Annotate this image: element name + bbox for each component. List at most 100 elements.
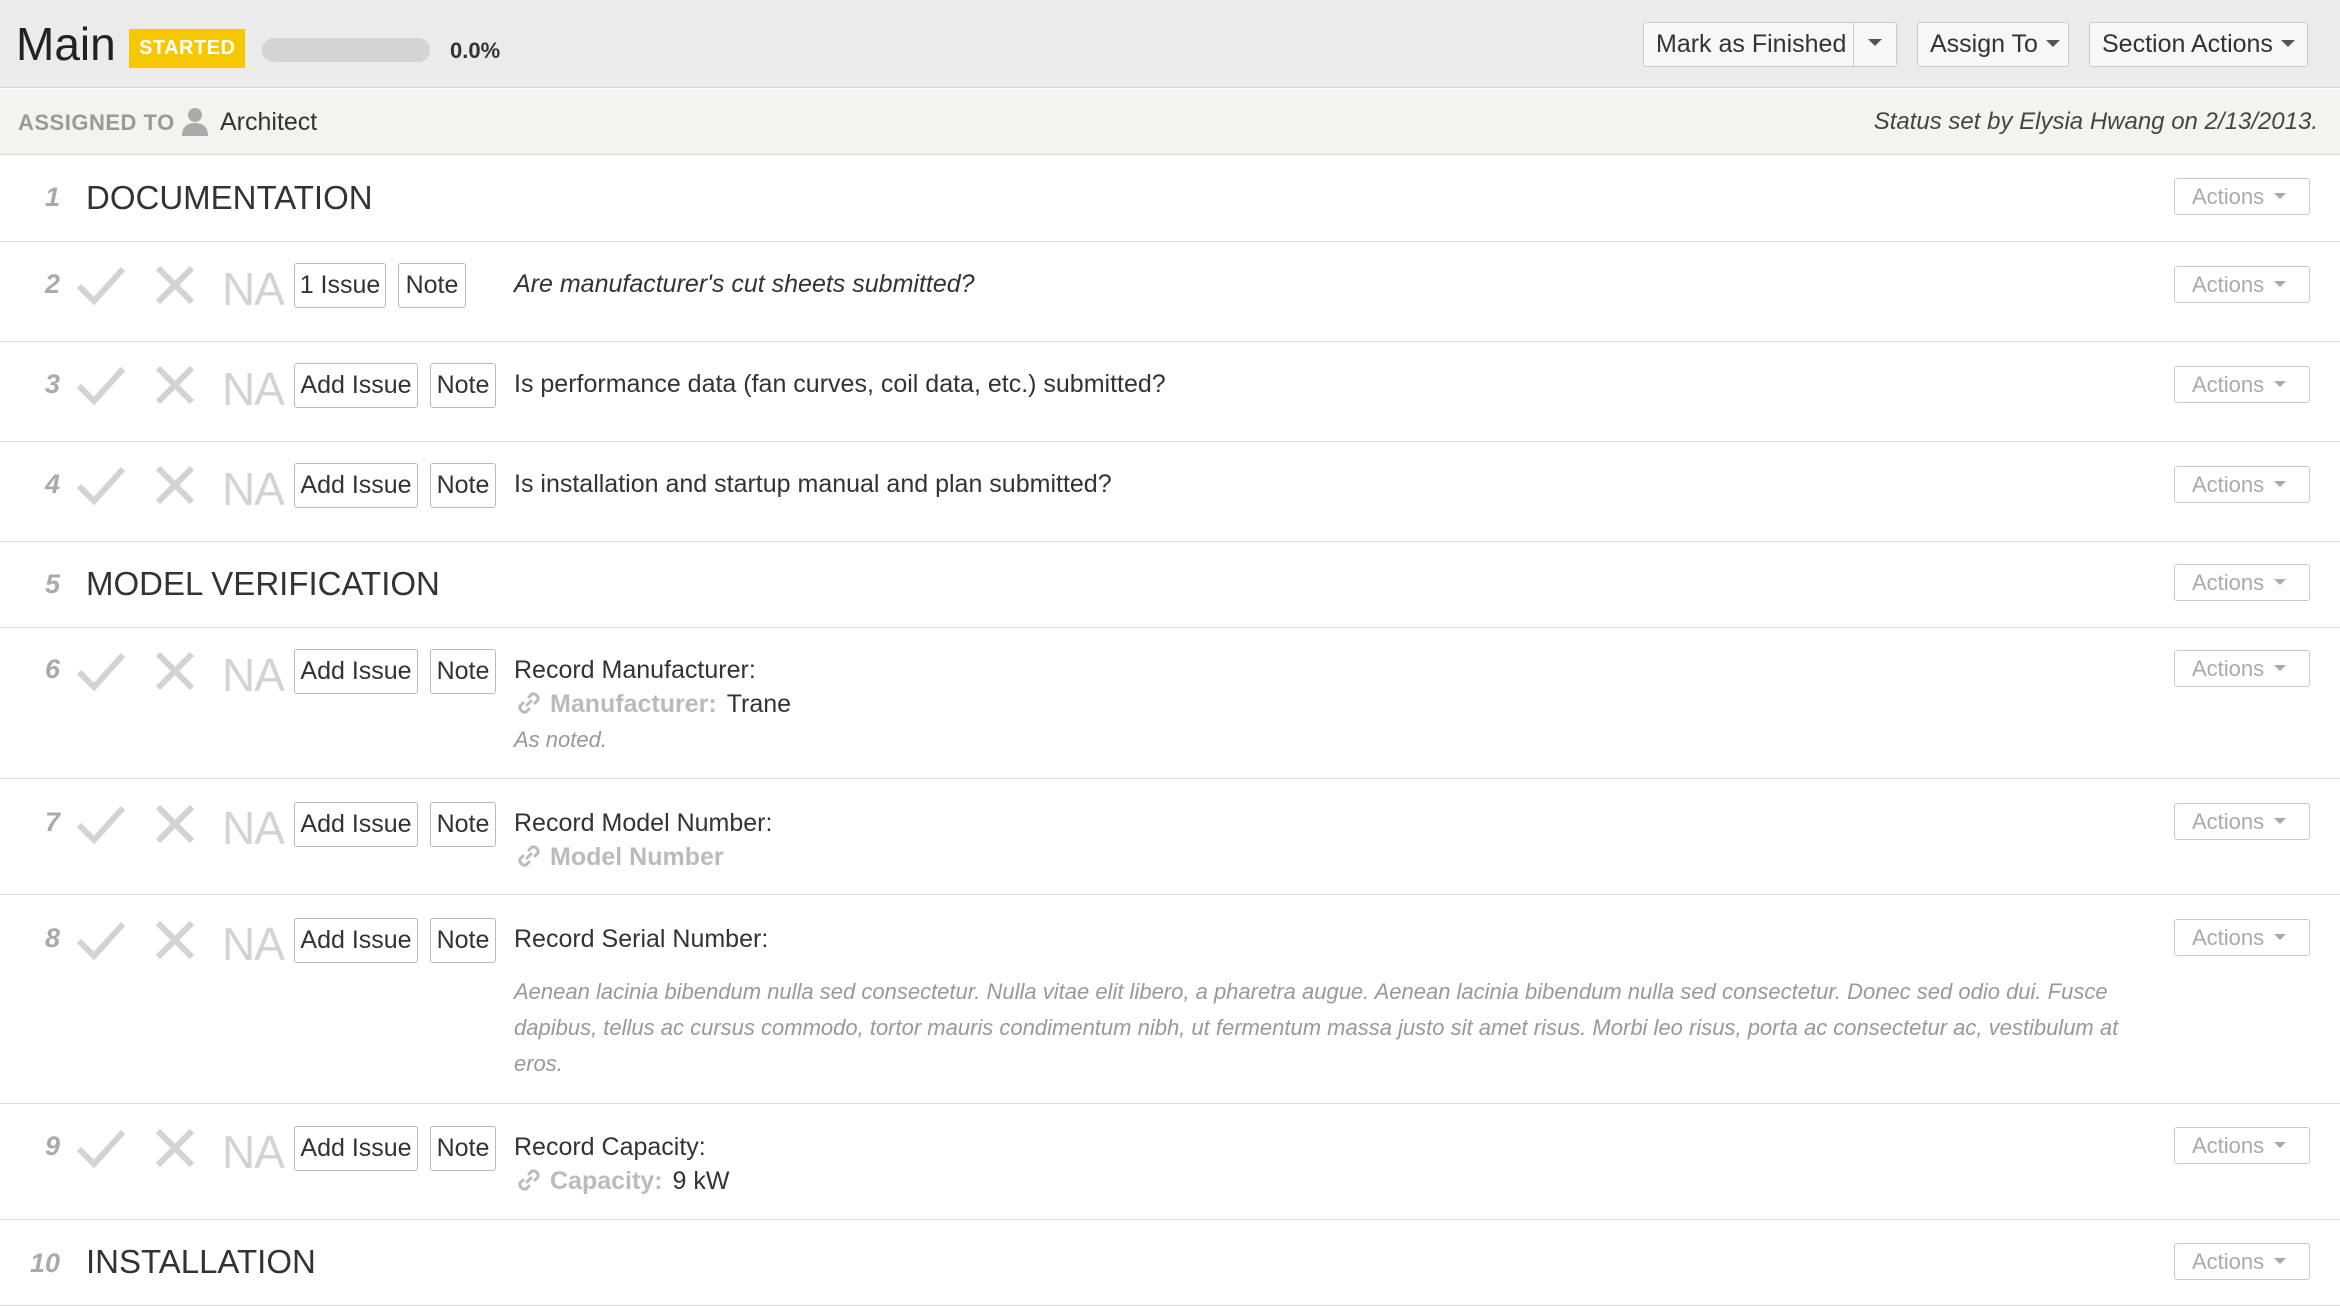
note-button[interactable]: Note [430,649,496,694]
section-row: 1 DOCUMENTATION Actions [0,156,2340,242]
cross-icon[interactable] [154,364,196,406]
check-icon[interactable] [76,650,126,692]
na-button[interactable]: NA [222,652,285,698]
question-text: Record Capacity: [514,1133,706,1161]
row-number: 2 [44,269,60,299]
note-button[interactable]: Note [430,802,496,847]
assign-to-button[interactable]: Assign To [1917,22,2069,67]
field-value: Trane [726,690,792,718]
check-icon[interactable] [76,919,126,961]
check-icon[interactable] [76,364,126,406]
add-issue-button[interactable]: Add Issue [294,649,418,694]
caret-down-icon [2274,481,2287,488]
na-button[interactable]: NA [222,805,285,851]
actions-button[interactable]: Actions [2174,650,2310,687]
actions-button[interactable]: Actions [2174,919,2310,956]
checklist-item-row: 6 NA Add Issue Note Record Manufacturer:… [0,628,2340,779]
na-button[interactable]: NA [222,466,285,512]
check-icon[interactable] [76,464,126,506]
status-set-text: Status set by Elysia Hwang on 2/13/2013. [1873,108,2318,135]
actions-button[interactable]: Actions [2174,266,2310,303]
assign-to-label: Assign To [1930,30,2038,58]
caret-down-icon [2280,39,2295,47]
checklist-item-row: 7 NA Add Issue Note Record Model Number:… [0,779,2340,895]
caret-down-icon [1868,39,1882,47]
note-button[interactable]: Note [430,918,496,963]
check-icon[interactable] [76,803,126,845]
cross-icon[interactable] [154,464,196,506]
page-title: Main [16,18,116,70]
question-text: Record Model Number: [514,809,773,837]
actions-button[interactable]: Actions [2174,1243,2310,1280]
actions-button[interactable]: Actions [2174,803,2310,840]
add-issue-button[interactable]: Add Issue [294,363,418,408]
actions-label: Actions [2192,472,2265,497]
add-issue-button[interactable]: Add Issue [294,802,418,847]
question-text: Record Manufacturer: [514,656,756,684]
checklist-item-row: 2 NA 1 Issue Note Are manufacturer's cut… [0,242,2340,342]
field-label: Manufacturer: [550,690,717,718]
checklist-item-row: 3 NA Add Issue Note Is performance data … [0,342,2340,442]
assignee-name[interactable]: Architect [220,107,317,137]
check-icon[interactable] [76,264,126,306]
linked-field[interactable]: Capacity: 9 kW [516,1166,730,1196]
section-title: MODEL VERIFICATION [86,565,440,602]
add-issue-button[interactable]: Add Issue [294,463,418,508]
row-number: 5 [44,569,60,599]
caret-down-icon [2274,281,2287,288]
actions-button[interactable]: Actions [2174,366,2310,403]
cross-icon[interactable] [154,919,196,961]
section-title: INSTALLATION [86,1243,316,1280]
link-icon [518,845,540,867]
link-icon [518,692,540,714]
caret-down-icon [2274,934,2287,941]
actions-button[interactable]: Actions [2174,1127,2310,1164]
item-note: As noted. [514,727,607,752]
actions-label: Actions [2192,809,2265,834]
progress-bar [262,38,430,62]
linked-field[interactable]: Model Number [516,842,724,872]
mark-finished-dropdown-toggle[interactable] [1853,22,1897,67]
item-note: Aenean lacinia bibendum nulla sed consec… [514,979,2119,1076]
cross-icon[interactable] [154,264,196,306]
field-label: Model Number [550,843,724,871]
actions-button[interactable]: Actions [2174,564,2310,601]
actions-label: Actions [2192,570,2265,595]
na-button[interactable]: NA [222,921,285,967]
cross-icon[interactable] [154,803,196,845]
note-button[interactable]: Note [430,1126,496,1171]
add-issue-button[interactable]: Add Issue [294,918,418,963]
actions-button[interactable]: Actions [2174,178,2310,215]
mark-as-finished-button[interactable]: Mark as Finished [1643,22,1854,67]
cross-icon[interactable] [154,650,196,692]
row-number: 8 [44,923,60,953]
row-number: 7 [44,807,60,837]
linked-field[interactable]: Manufacturer: Trane [516,689,791,719]
row-number: 6 [44,654,60,684]
caret-down-icon [2274,579,2287,586]
cross-icon[interactable] [154,1127,196,1169]
note-button[interactable]: Note [398,263,466,308]
actions-button[interactable]: Actions [2174,466,2310,503]
add-issue-button[interactable]: Add Issue [294,1126,418,1171]
note-button[interactable]: Note [430,463,496,508]
caret-down-icon [2274,818,2287,825]
caret-down-icon [2274,1258,2287,1265]
mark-as-finished-label: Mark as Finished [1656,30,1847,58]
row-number: 1 [44,182,60,212]
checklist-header: Main STARTED 0.0% Mark as Finished Assig… [0,0,2340,88]
section-row: 5 MODEL VERIFICATION Actions [0,542,2340,628]
note-button[interactable]: Note [430,363,496,408]
row-number: 9 [44,1131,60,1161]
issue-count-button[interactable]: 1 Issue [294,263,386,308]
section-actions-label: Section Actions [2102,30,2273,58]
na-button[interactable]: NA [222,366,285,412]
check-icon[interactable] [76,1127,126,1169]
na-button[interactable]: NA [222,266,285,312]
section-actions-button[interactable]: Section Actions [2089,22,2308,67]
link-icon [518,1169,540,1191]
na-button[interactable]: NA [222,1129,285,1175]
checklist-item-row: 8 NA Add Issue Note Record Serial Number… [0,895,2340,1104]
actions-label: Actions [2192,925,2265,950]
user-icon [182,108,208,136]
